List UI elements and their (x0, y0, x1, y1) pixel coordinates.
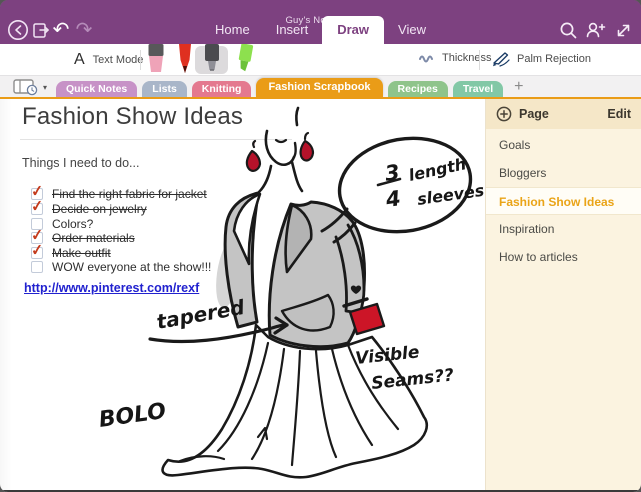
palm-rejection-icon (492, 51, 510, 67)
page-item-how-to-articles[interactable]: How to articles (486, 243, 641, 271)
search-button[interactable] (556, 18, 580, 42)
thickness-button[interactable]: Thickness (419, 52, 492, 64)
notebook-icon (13, 79, 40, 96)
onenote-window: ↶ ↷ Guy's Notebook Home Insert Draw View (0, 0, 641, 492)
page-item-bloggers[interactable]: Bloggers (486, 159, 641, 187)
ink-fraction-denominator: 4 (383, 186, 402, 212)
section-tab-knitting[interactable]: Knitting (192, 81, 252, 97)
thickness-label: Thickness (442, 52, 492, 64)
separator (479, 50, 480, 70)
palm-rejection-label: Palm Rejection (517, 53, 591, 65)
draw-toolbar: A Text Mode (0, 44, 641, 76)
separator (140, 50, 141, 70)
eraser-tool[interactable] (146, 44, 166, 74)
fullscreen-button[interactable] (611, 18, 635, 42)
section-tab-recipes[interactable]: Recipes (388, 81, 448, 97)
ink-bold-label: BOLO (97, 399, 167, 433)
section-tabs: Quick Notes Lists Knitting Fashion Scrap… (56, 76, 530, 97)
add-person-icon (585, 20, 607, 40)
ink-tapered-label: tapered (155, 295, 247, 334)
page-item-fashion-show-ideas[interactable]: Fashion Show Ideas (486, 187, 641, 215)
edit-pages-button[interactable]: Edit (607, 107, 631, 121)
caret-down-icon: ▾ (43, 83, 47, 92)
add-page-icon[interactable] (496, 106, 512, 122)
expand-icon (615, 22, 632, 39)
page-list: Goals Bloggers Fashion Show Ideas Inspir… (486, 131, 641, 271)
highlighter-tool[interactable] (233, 44, 257, 75)
section-tab-lists[interactable]: Lists (142, 81, 187, 97)
ribbon-tab-view[interactable]: View (386, 16, 438, 44)
add-section-button[interactable]: + (508, 79, 529, 97)
gray-pen-tool-selected[interactable] (201, 44, 223, 74)
titlebar: ↶ ↷ Guy's Notebook Home Insert Draw View (0, 0, 641, 44)
ribbon-tab-insert[interactable]: Insert (264, 16, 321, 44)
ribbon-tabs: Home Insert Draw View (0, 16, 641, 44)
page-item-goals[interactable]: Goals (486, 131, 641, 159)
section-tab-quick-notes[interactable]: Quick Notes (56, 81, 137, 97)
ribbon-tab-home[interactable]: Home (203, 16, 262, 44)
search-icon (559, 21, 578, 40)
red-pen-tool[interactable] (175, 44, 195, 75)
fashion-sketch-ink: 3 4 length sleeves. tapered Visible Seam… (0, 99, 485, 490)
ribbon-tab-draw[interactable]: Draw (322, 16, 384, 44)
page-sidebar: Page Edit Goals Bloggers Fashion Show Id… (485, 99, 641, 490)
section-tab-travel[interactable]: Travel (453, 81, 503, 97)
palm-rejection-button[interactable]: Palm Rejection (492, 51, 591, 67)
text-mode-label: Text Mode (93, 54, 144, 66)
add-page-label[interactable]: Page (519, 107, 549, 121)
share-people-button[interactable] (584, 18, 608, 42)
text-mode-button[interactable]: A Text Mode (74, 51, 143, 69)
thickness-wave-icon (419, 53, 435, 64)
notebooks-button[interactable]: ▾ (13, 79, 47, 96)
text-mode-icon: A (74, 51, 85, 69)
section-tab-fashion-scrapbook[interactable]: Fashion Scrapbook (256, 78, 382, 97)
page-item-inspiration[interactable]: Inspiration (486, 215, 641, 243)
sidebar-header: Page Edit (486, 99, 641, 129)
